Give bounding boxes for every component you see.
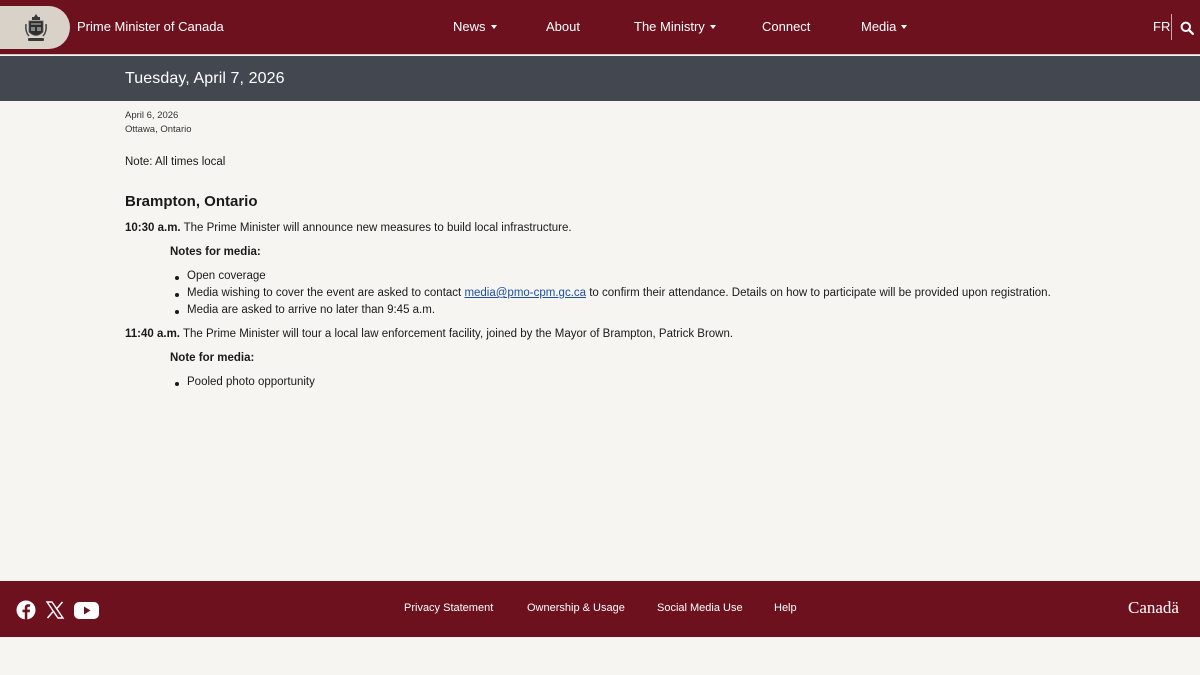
event-time: 11:40 a.m. bbox=[125, 328, 180, 340]
chevron-down-icon bbox=[490, 24, 497, 29]
chevron-down-icon bbox=[709, 24, 716, 29]
list-item: Media wishing to cover the event are ask… bbox=[175, 287, 1051, 299]
help-link[interactable]: Help bbox=[774, 602, 797, 614]
nav-media-label: Media bbox=[861, 19, 897, 34]
ownership-usage-link[interactable]: Ownership & Usage bbox=[527, 602, 625, 614]
facebook-icon[interactable] bbox=[15, 599, 37, 621]
event-time: 10:30 a.m. bbox=[125, 222, 181, 234]
nav-news-label: News bbox=[453, 19, 486, 34]
media-notes-heading: Note for media: bbox=[170, 352, 255, 364]
search-icon[interactable] bbox=[1180, 21, 1194, 35]
list-item: Pooled photo opportunity bbox=[175, 376, 315, 388]
list-item-text: Pooled photo opportunity bbox=[187, 376, 315, 388]
x-icon[interactable] bbox=[44, 599, 66, 621]
nav-news[interactable]: News bbox=[453, 19, 497, 34]
media-email-link[interactable]: media@pmo-cpm.gc.ca bbox=[464, 287, 586, 299]
event-item: 10:30 a.m. The Prime Minister will annou… bbox=[125, 222, 572, 234]
nav-about-label: About bbox=[546, 19, 580, 34]
event-item: 11:40 a.m. The Prime Minister will tour … bbox=[125, 328, 733, 340]
social-media-use-link[interactable]: Social Media Use bbox=[657, 602, 743, 614]
city-heading: Brampton, Ontario bbox=[125, 193, 258, 210]
event-description: The Prime Minister will tour a local law… bbox=[182, 328, 734, 340]
nav-the-ministry-label: The Ministry bbox=[634, 19, 705, 34]
nav-about[interactable]: About bbox=[546, 19, 580, 34]
canada-wordmark[interactable]: Canadä bbox=[1128, 598, 1179, 618]
published-date: April 6, 2026 bbox=[125, 110, 179, 121]
event-description: The Prime Minister will announce new mea… bbox=[183, 222, 572, 234]
list-item: Media are asked to arrive no later than … bbox=[174, 304, 436, 316]
canada-crest-icon[interactable] bbox=[24, 12, 48, 44]
page-title: Tuesday, April 7, 2026 bbox=[125, 70, 285, 87]
site-footer: Privacy Statement Ownership & Usage Soci… bbox=[0, 581, 1200, 637]
chevron-down-icon bbox=[901, 24, 908, 29]
times-note: Note: All times local bbox=[125, 156, 226, 168]
site-title[interactable]: Prime Minister of Canada bbox=[77, 19, 224, 34]
language-toggle[interactable]: FR bbox=[1153, 19, 1170, 34]
list-item-text: Media are asked to arrive no later than … bbox=[187, 304, 436, 316]
privacy-statement-link[interactable]: Privacy Statement bbox=[404, 602, 493, 614]
nav-connect[interactable]: Connect bbox=[762, 19, 810, 34]
youtube-icon[interactable] bbox=[73, 599, 100, 621]
list-item: Open coverage bbox=[175, 270, 266, 282]
site-header: Prime Minister of Canada News About The … bbox=[0, 0, 1200, 55]
media-notes-heading: Notes for media: bbox=[170, 246, 261, 258]
list-item-text: to confirm their attendance. Details on … bbox=[586, 287, 1051, 299]
nav-the-ministry[interactable]: The Ministry bbox=[634, 19, 716, 34]
published-location: Ottawa, Ontario bbox=[125, 124, 192, 135]
header-divider bbox=[1171, 14, 1172, 40]
nav-media[interactable]: Media bbox=[861, 19, 908, 34]
nav-connect-label: Connect bbox=[762, 19, 811, 34]
list-item-text: Open coverage bbox=[187, 270, 266, 282]
list-item-text: Media wishing to cover the event are ask… bbox=[187, 287, 465, 299]
date-banner: Tuesday, April 7, 2026 bbox=[0, 56, 1200, 101]
